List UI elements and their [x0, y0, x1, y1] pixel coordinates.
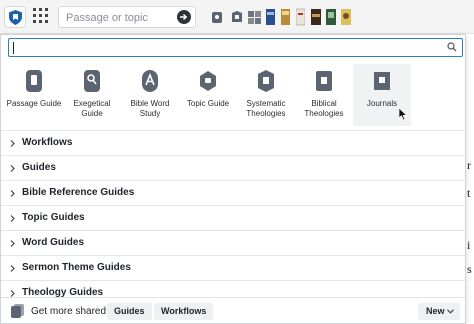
section-row-sermon-theme-guides[interactable]: Sermon Theme Guides: [1, 255, 465, 280]
resource-icon-2[interactable]: [231, 8, 243, 26]
section-label: Guides: [22, 162, 56, 173]
topic-guide-icon: [200, 71, 216, 91]
guide-filter-input[interactable]: [8, 38, 463, 57]
passage-guide-icon: [26, 70, 42, 92]
top-toolbar: Passage or topic: [0, 0, 474, 34]
tile-bible-word-study[interactable]: Bible Word Study: [121, 64, 179, 126]
text-caret: [13, 42, 14, 54]
tile-systematic-theologies[interactable]: Systematic Theologies: [237, 64, 295, 126]
section-label: Workflows: [22, 137, 73, 148]
shield-logo-icon: [9, 10, 22, 25]
section-row-bible-reference-guides[interactable]: Bible Reference Guides: [1, 180, 465, 205]
tile-label: Biblical Theologies: [304, 99, 344, 118]
chevron-down-icon: [447, 309, 454, 314]
biblical-theologies-icon: [316, 71, 332, 91]
background-text-3: i: [467, 238, 471, 252]
chevron-right-icon: [10, 140, 15, 147]
exegetical-guide-icon: [84, 70, 100, 92]
resource-icon-9[interactable]: [341, 8, 351, 26]
background-text-4: s: [467, 262, 472, 276]
resource-icon-4[interactable]: [266, 8, 275, 26]
get-more-shared-text: Get more shared:: [31, 306, 109, 317]
tile-label: Topic Guide: [186, 99, 230, 108]
tile-topic-guide[interactable]: Topic Guide: [179, 64, 237, 126]
guide-type-tiles: Passage Guide Exegetical Guide Bible Wor…: [1, 62, 465, 130]
background-text-1: r: [467, 158, 471, 172]
section-row-topic-guides[interactable]: Topic Guides: [1, 205, 465, 230]
panel-footer: Get more shared: Guides Workflows New: [1, 297, 465, 323]
tile-label: Passage Guide: [6, 99, 62, 108]
tile-passage-guide[interactable]: Passage Guide: [5, 64, 63, 126]
new-button-label: New: [426, 306, 445, 316]
tile-label: Bible Word Study: [130, 99, 170, 118]
resource-icon-8[interactable]: [326, 8, 336, 26]
systematic-theologies-icon: [258, 70, 274, 92]
guides-dropdown-panel: Passage Guide Exegetical Guide Bible Wor…: [0, 34, 466, 324]
chevron-right-icon: [10, 215, 15, 222]
mouse-cursor-icon: [399, 108, 408, 121]
resource-icon-1[interactable]: [211, 8, 223, 26]
section-label: Topic Guides: [22, 212, 85, 223]
chevron-right-icon: [10, 265, 15, 272]
bible-word-study-icon: [142, 70, 158, 92]
chevron-right-icon: [10, 190, 15, 197]
section-row-guides[interactable]: Guides: [1, 155, 465, 180]
tile-label: Systematic Theologies: [246, 99, 286, 118]
chevron-right-icon: [10, 165, 15, 172]
shared-guides-button[interactable]: Guides: [107, 303, 152, 320]
apps-grid-icon[interactable]: [33, 8, 49, 24]
section-label: Bible Reference Guides: [22, 187, 135, 198]
shared-workflows-button[interactable]: Workflows: [154, 303, 214, 320]
new-button[interactable]: New: [418, 303, 460, 320]
chevron-right-icon: [10, 290, 15, 297]
passage-search-box[interactable]: Passage or topic: [58, 6, 196, 28]
chevron-right-icon: [10, 240, 15, 247]
go-arrow-icon[interactable]: [177, 10, 191, 24]
search-icon[interactable]: [447, 42, 457, 52]
journals-icon: [374, 72, 390, 90]
tile-biblical-theologies[interactable]: Biblical Theologies: [295, 64, 353, 126]
section-row-word-guides[interactable]: Word Guides: [1, 230, 465, 255]
logos-home-button[interactable]: [4, 6, 26, 28]
resource-icon-5[interactable]: [281, 8, 290, 26]
tile-exegetical-guide[interactable]: Exegetical Guide: [63, 64, 121, 126]
section-row-workflows[interactable]: Workflows: [1, 130, 465, 155]
resource-icon-3[interactable]: [248, 8, 262, 26]
section-label: Word Guides: [22, 237, 85, 248]
shared-guides-icon: [11, 304, 24, 318]
search-placeholder: Passage or topic: [66, 12, 148, 24]
resource-icon-7[interactable]: [311, 8, 321, 26]
resource-icon-6[interactable]: [296, 8, 305, 26]
tile-label: Exegetical Guide: [73, 99, 111, 118]
section-label: Sermon Theme Guides: [22, 262, 131, 273]
background-text-2: t: [467, 186, 471, 200]
